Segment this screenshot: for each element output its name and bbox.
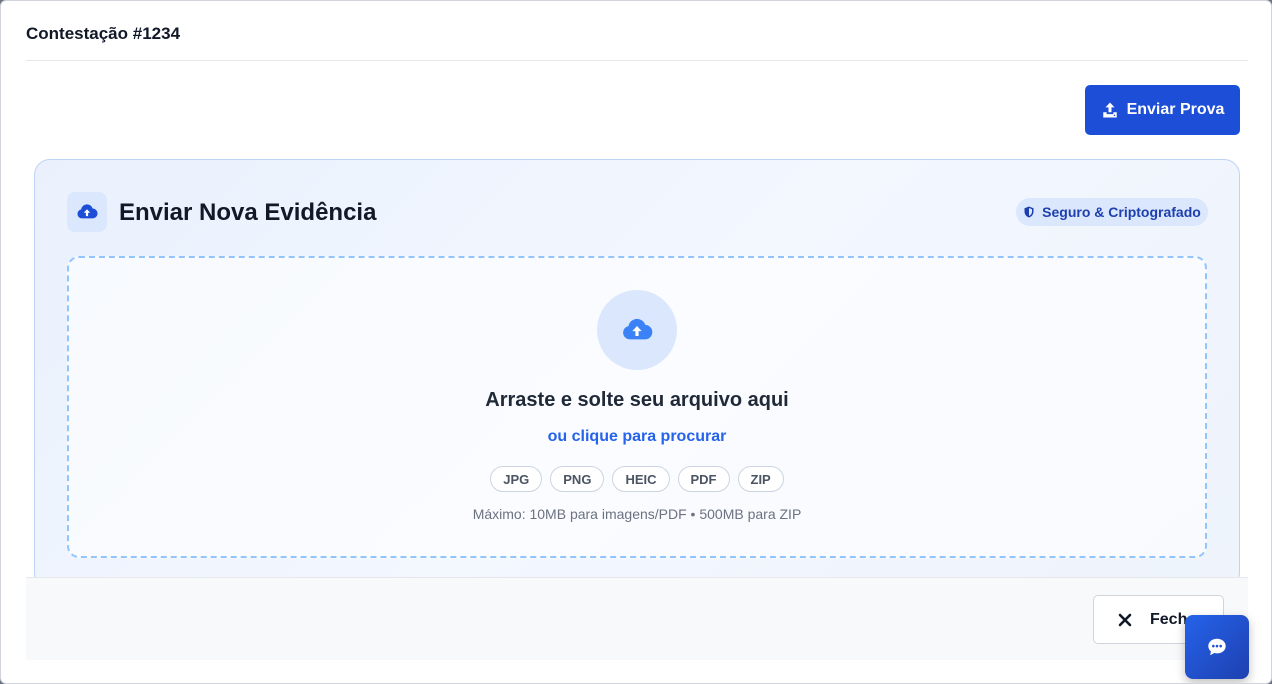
cloud-upload-icon (77, 204, 98, 219)
page-title: Contestação #1234 (26, 24, 181, 43)
accepted-formats: JPG PNG HEIC PDF ZIP (69, 466, 1205, 492)
dropzone-icon-circle (597, 290, 677, 370)
browse-files-link[interactable]: ou clique para procurar (69, 428, 1205, 446)
card-title: Enviar Nova Evidência (119, 199, 377, 226)
chat-icon (1208, 638, 1226, 656)
send-proof-label: Enviar Prova (1126, 101, 1225, 118)
card-icon-container (67, 192, 107, 232)
chat-support-button[interactable] (1185, 615, 1249, 679)
file-dropzone[interactable]: Arraste e solte seu arquivo aqui ou cliq… (67, 256, 1207, 558)
format-pill-png: PNG (550, 466, 605, 492)
format-pill-pdf: PDF (677, 466, 730, 492)
file-size-limits: Máximo: 10MB para imagens/PDF • 500MB pa… (472, 506, 802, 522)
modal-header: Contestação #1234 (26, 1, 1248, 61)
dropzone-title: Arraste e solte seu arquivo aqui (485, 389, 789, 411)
cloud-upload-icon (623, 318, 653, 340)
upload-icon (1102, 102, 1117, 118)
close-icon (1118, 613, 1132, 626)
send-proof-button[interactable]: Enviar Prova (1085, 85, 1240, 135)
secure-badge: Seguro & Criptografado (1016, 198, 1208, 226)
modal-footer: Fechar (26, 577, 1248, 660)
shield-icon (1024, 206, 1034, 218)
format-pill-jpg: JPG (490, 466, 543, 492)
format-pill-heic: HEIC (612, 466, 670, 492)
secure-badge-label: Seguro & Criptografado (1042, 204, 1201, 220)
format-pill-zip: ZIP (737, 466, 784, 492)
upload-evidence-card: Enviar Nova Evidência Seguro & Criptogra… (34, 159, 1240, 589)
contestation-modal: Contestação #1234 Enviar Prova Enviar No… (0, 0, 1272, 684)
